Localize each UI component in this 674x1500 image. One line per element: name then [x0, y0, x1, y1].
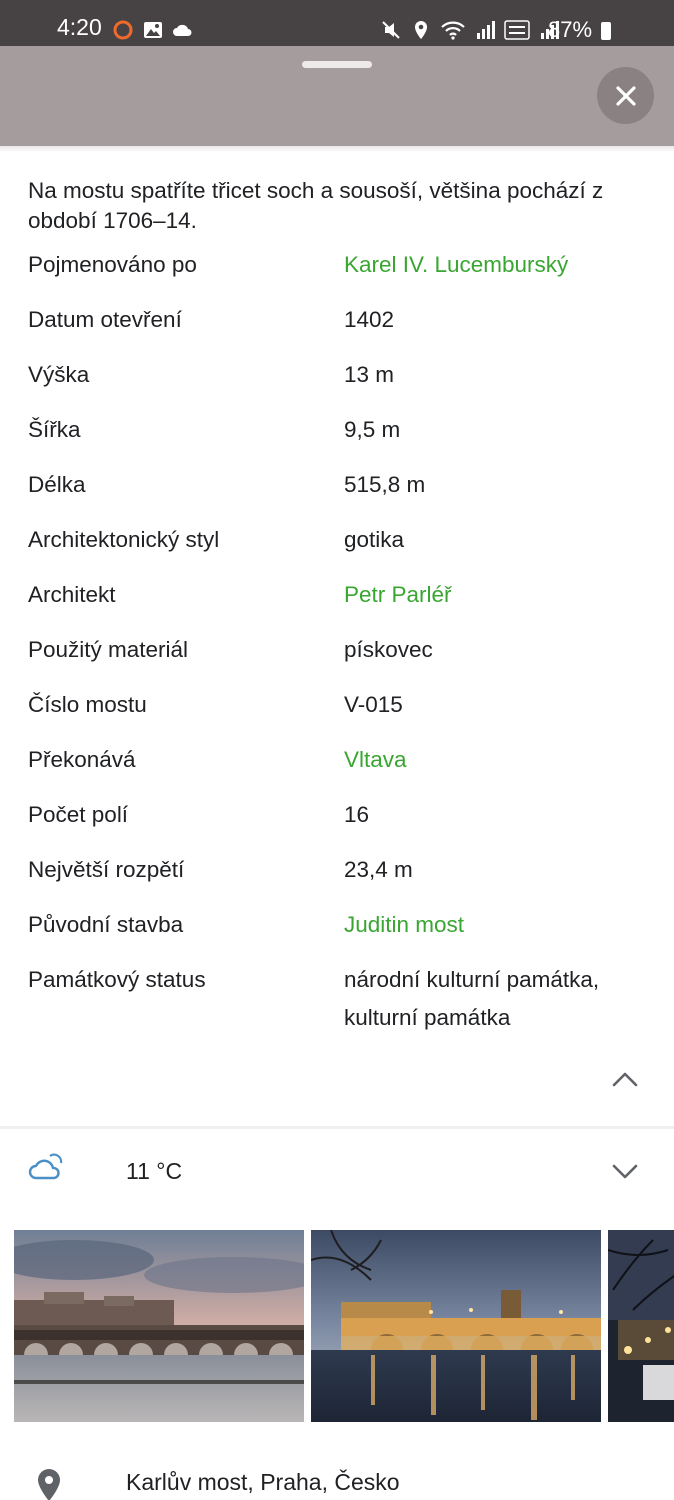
- photo-thumbnail[interactable]: [14, 1230, 304, 1422]
- attr-label: Počet polí: [28, 802, 129, 827]
- attr-value: 9,5 m: [344, 417, 401, 442]
- chevron-up-icon[interactable]: [605, 1062, 645, 1096]
- attr-label: Architekt: [28, 582, 116, 607]
- location-icon: [415, 21, 427, 39]
- attributes-list: Pojmenováno po Karel IV. Lucemburský Dat…: [28, 248, 648, 1043]
- attr-value: 16: [344, 802, 370, 827]
- status-bar: 4:20 87%: [0, 0, 674, 46]
- attr-label: Použitý materiál: [28, 637, 189, 662]
- attr-label: Pojmenováno po: [28, 252, 197, 277]
- attr-value-link[interactable]: Vltava: [344, 741, 644, 779]
- attr-row-width: Šířka 9,5 m: [28, 413, 648, 468]
- attr-value: pískovec: [344, 637, 433, 662]
- attr-value: 515,8 m: [344, 472, 426, 497]
- attr-label: Překonává: [28, 747, 136, 772]
- photo-carousel[interactable]: [14, 1230, 674, 1422]
- attr-row-named-after: Pojmenováno po Karel IV. Lucemburský: [28, 248, 648, 303]
- attr-value-link[interactable]: Juditin most: [344, 906, 644, 944]
- status-time: 4:20: [57, 14, 102, 40]
- attr-row-architectural-style: Architektonický styl gotika: [28, 523, 648, 578]
- attr-value: V-015: [344, 692, 403, 717]
- partly-cloudy-icon: [28, 1153, 63, 1180]
- attr-value: 13 m: [344, 362, 395, 387]
- bridge-photo-night: [311, 1230, 601, 1422]
- attr-label: Datum otevření: [28, 307, 182, 332]
- chevron-down-icon[interactable]: [605, 1156, 645, 1186]
- close-button[interactable]: [597, 67, 654, 124]
- location-pin-icon: [38, 1469, 60, 1500]
- attr-row-crosses: Překonává Vltava: [28, 743, 648, 798]
- attr-row-span-count: Počet polí 16: [28, 798, 648, 853]
- attr-label: Výška: [28, 362, 90, 387]
- attr-row-heritage-status: Památkový status národní kulturní památk…: [28, 963, 648, 1043]
- attr-row-bridge-number: Číslo mostu V-015: [28, 688, 648, 743]
- recording-ring-icon: [113, 20, 133, 40]
- bridge-photo-night-2: [608, 1230, 674, 1422]
- photo-thumbnail[interactable]: [311, 1230, 601, 1422]
- attr-row-material: Použitý materiál pískovec: [28, 633, 648, 688]
- mute-icon: [382, 21, 400, 39]
- cloud-icon: [173, 24, 192, 36]
- attr-value: gotika: [344, 527, 405, 552]
- battery-icon: [601, 22, 611, 40]
- attr-value: 1402: [344, 307, 395, 332]
- section-divider: [0, 1126, 674, 1129]
- attr-label: Památkový status: [28, 967, 206, 992]
- place-description: Na mostu spatříte třicet soch a sousoší,…: [28, 178, 604, 233]
- signal-icon: [477, 21, 495, 39]
- attr-row-original-structure: Původní stavba Juditin most: [28, 908, 648, 963]
- volte-icon: [504, 20, 530, 40]
- weather-row[interactable]: 11 °C: [0, 1140, 674, 1210]
- attr-row-longest-span: Největší rozpětí 23,4 m: [28, 853, 648, 908]
- attr-label: Číslo mostu: [28, 692, 147, 717]
- drag-handle[interactable]: [302, 61, 372, 68]
- attr-label: Původní stavba: [28, 912, 184, 937]
- attr-row-height: Výška 13 m: [28, 358, 648, 413]
- attr-value: národní kulturní památka, kulturní památ…: [344, 967, 600, 1030]
- attr-value-link[interactable]: Petr Parléř: [344, 576, 644, 614]
- attr-row-length: Délka 515,8 m: [28, 468, 648, 523]
- battery-percentage: 87%: [548, 17, 593, 42]
- bridge-photo-dusk: [14, 1230, 304, 1422]
- header-shadow: [0, 146, 674, 152]
- status-right-icons: [380, 19, 560, 41]
- close-icon: [615, 85, 636, 106]
- attr-label: Délka: [28, 472, 86, 497]
- sheet-header: [0, 46, 674, 146]
- address-row[interactable]: Karlův most, Praha, Česko: [0, 1450, 674, 1500]
- temperature: 11 °C: [126, 1158, 183, 1184]
- attr-row-architect: Architekt Petr Parléř: [28, 578, 648, 633]
- address-text: Karlův most, Praha, Česko: [126, 1469, 400, 1495]
- attr-label: Šířka: [28, 417, 81, 442]
- photo-thumbnail[interactable]: [608, 1230, 674, 1422]
- attr-label: Největší rozpětí: [28, 857, 185, 882]
- attr-value: 23,4 m: [344, 857, 413, 882]
- gallery-icon: [144, 22, 162, 38]
- attr-row-opening-date: Datum otevření 1402: [28, 303, 648, 358]
- status-left-icons: [112, 19, 194, 41]
- attr-value-link[interactable]: Karel IV. Lucemburský: [344, 246, 644, 284]
- wifi-icon: [441, 21, 465, 40]
- attr-label: Architektonický styl: [28, 527, 220, 552]
